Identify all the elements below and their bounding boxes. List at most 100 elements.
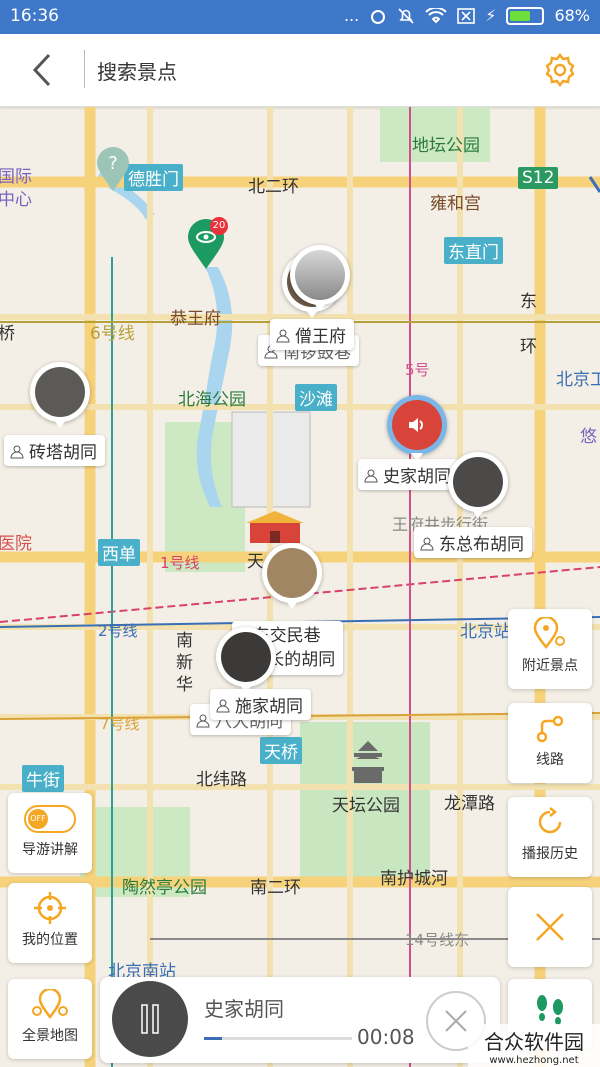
spot-pin-zhuantahutong[interactable] (30, 362, 90, 428)
spot-tag-zhuantahutong[interactable]: 砖塔胡同 (4, 435, 105, 466)
label-line14: 14号线东 (405, 931, 470, 949)
person-icon (420, 537, 434, 551)
map-view[interactable]: 国际 中心 地坛公园 雍和宫 德胜门 北二环 S12 东直门 恭王府 6号线 桥… (0, 107, 600, 1067)
close-map-button[interactable] (508, 887, 592, 967)
nearby-spots-label: 附近景点 (522, 658, 578, 674)
label-beijingzhan: 北京站 (460, 622, 511, 642)
spot-pin-sengwangfu[interactable] (290, 245, 350, 311)
label-line1: 1号线 (160, 554, 200, 572)
person-icon (364, 469, 378, 483)
watermark-main: 合众软件园 (484, 1030, 584, 1054)
player-progress[interactable] (204, 1037, 352, 1040)
status-time: 16:36 (10, 6, 59, 26)
label-yonghegong: 雍和宫 (430, 194, 481, 214)
spot-pin-shijiahutong[interactable] (387, 395, 447, 461)
spot-photo (35, 367, 85, 417)
route-button[interactable]: 线路 (508, 703, 592, 783)
my-location-button[interactable]: 我的位置 (8, 883, 92, 963)
spot-photo (221, 632, 271, 682)
spot-photo (295, 250, 345, 300)
view-count-badge: 20 (210, 217, 228, 235)
person-icon (196, 714, 210, 728)
spot-tag-shijia[interactable]: 施家胡同 (210, 689, 311, 720)
battery-icon (506, 6, 545, 25)
label-you: 悠 (580, 427, 597, 447)
refresh-icon (538, 807, 562, 834)
label-ditan-park: 地坛公园 (412, 136, 480, 156)
player-cover[interactable] (112, 981, 188, 1057)
battery-percent: 68% (554, 6, 590, 25)
guide-toggle-button[interactable]: OFF 导游讲解 (8, 793, 92, 873)
label-line7: 7号线 (100, 715, 140, 733)
label-beierhuan: 北二环 (248, 177, 299, 197)
full-map-button[interactable]: 全景地图 (8, 979, 92, 1059)
question-mark-text: ? (108, 153, 118, 174)
label-tiantan-park: 天坛公园 (332, 796, 400, 816)
route-icon (536, 715, 564, 743)
label-tianqiao: 天桥 (260, 737, 302, 764)
audio-player: 史家胡同 00:08 (100, 977, 500, 1063)
temple-of-heaven-icon (352, 741, 384, 783)
label-nanhuchenghe: 南护城河 (380, 869, 448, 889)
pause-icon (141, 1004, 159, 1034)
spot-pin-dongzongbu[interactable] (448, 452, 508, 518)
spot-name: 东总布胡同 (439, 535, 524, 555)
spot-tag-shijiahutong[interactable]: 史家胡同 (358, 459, 459, 490)
guide-toggle-switch[interactable]: OFF (24, 805, 76, 833)
player-title: 史家胡同 (204, 997, 284, 1021)
spot-pin-dongjiaominxiang[interactable] (262, 543, 322, 609)
label-niujie: 牛街 (22, 765, 64, 792)
full-map-label: 全景地图 (22, 1028, 78, 1044)
close-icon (445, 1010, 467, 1032)
spot-tag-dongzongbu[interactable]: 东总布胡同 (414, 527, 532, 558)
label-s12: S12 (518, 167, 559, 189)
question-marker-icon: ? (97, 147, 129, 191)
wifi-icon (425, 7, 447, 23)
spot-photo (267, 548, 317, 598)
signal-icon (371, 9, 386, 24)
chevron-left-icon (32, 53, 51, 87)
my-location-label: 我的位置 (22, 932, 78, 948)
label-beihai-park: 北海公园 (178, 390, 246, 410)
spot-tag-sengwangfu[interactable]: 僧王府 (270, 319, 354, 350)
spot-name: 施家胡同 (235, 697, 303, 717)
person-icon (276, 329, 290, 343)
label-line5: 5号 (405, 361, 430, 379)
label-dongzhimen: 东直门 (444, 237, 503, 264)
label-guoji: 国际 (0, 167, 32, 187)
dots-icon: ... (343, 6, 360, 25)
spot-name: 僧王府 (295, 327, 346, 347)
back-button[interactable] (22, 46, 62, 94)
sim-icon (457, 7, 476, 24)
spot-photo (453, 457, 503, 507)
nearby-spots-button[interactable]: 附近景点 (508, 609, 592, 689)
nearby-pin-icon (533, 617, 565, 650)
search-spots-field[interactable]: 搜索景点 (97, 56, 177, 85)
label-zhongxin: 中心 (0, 190, 32, 210)
label-nanerhuan: 南二环 (250, 878, 301, 898)
label-line2: 2号线 (98, 622, 138, 640)
label-qiao: 桥 (0, 324, 15, 344)
watermark: 合众软件园 www.hezhong.net (468, 1024, 600, 1067)
label-taoranting: 陶然亭公园 (122, 878, 207, 898)
history-label: 播报历史 (522, 846, 578, 862)
close-icon (536, 913, 564, 941)
label-beiweilu: 北纬路 (196, 770, 247, 790)
view-count-pin[interactable]: 20 (186, 217, 228, 271)
charging-icon: ⚡ (485, 6, 497, 25)
crosshair-icon (34, 892, 66, 924)
mute-bell-icon (398, 7, 414, 24)
label-beijinggong: 北京工 (556, 370, 600, 390)
settings-button[interactable] (540, 50, 580, 90)
history-button[interactable]: 播报历史 (508, 797, 592, 877)
person-icon (216, 699, 230, 713)
label-longtanlu: 龙潭路 (444, 794, 495, 814)
header-bar: 搜索景点 (0, 34, 600, 107)
spot-pin-shijia[interactable] (216, 627, 276, 693)
header-divider (84, 50, 85, 88)
label-huan: 环 (520, 337, 537, 357)
spot-name: 砖塔胡同 (29, 443, 97, 463)
question-pin[interactable]: ? (95, 147, 131, 193)
label-nanxinhua: 南新华 (176, 631, 193, 695)
label-yiyuan: 医院 (0, 534, 32, 554)
